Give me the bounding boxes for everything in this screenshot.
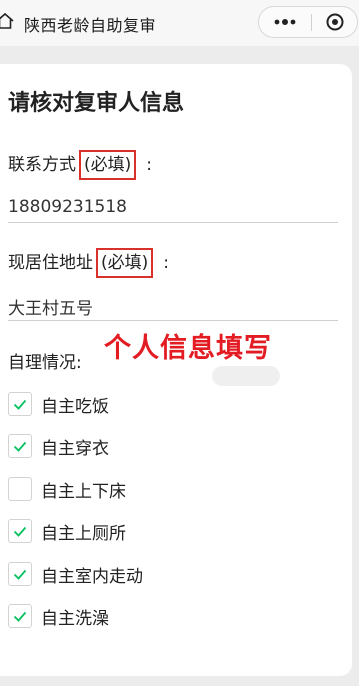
check-icon	[13, 611, 27, 622]
checkbox[interactable]	[8, 519, 32, 543]
contact-label-text: 联系方式	[8, 155, 76, 175]
colon: :	[163, 253, 169, 273]
self-care-option[interactable]: 自主吃饭	[8, 391, 109, 417]
more-dots-icon	[274, 19, 296, 25]
checkbox[interactable]	[8, 477, 32, 501]
checkbox[interactable]	[8, 392, 32, 416]
option-label: 自主洗澡	[41, 608, 109, 629]
address-label-text: 现居住地址	[8, 253, 93, 273]
check-icon	[13, 526, 27, 537]
self-care-option[interactable]: 自主洗澡	[8, 603, 109, 629]
colon: :	[146, 155, 152, 175]
contact-label: 联系方式 (必填):	[8, 150, 152, 180]
address-label: 现居住地址 (必填):	[8, 248, 169, 278]
checkbox[interactable]	[8, 604, 32, 628]
navigation-bar: 陕西老龄自助复审	[0, 0, 359, 46]
address-underline	[8, 320, 338, 321]
target-close-icon	[326, 13, 344, 31]
check-icon	[13, 399, 27, 410]
page-title: 陕西老龄自助复审	[24, 16, 157, 35]
option-label: 自主穿衣	[41, 438, 109, 459]
self-care-option[interactable]: 自主穿衣	[8, 433, 109, 459]
self-care-label: 自理情况:	[8, 353, 82, 373]
mini-program-capsule	[258, 6, 358, 38]
option-label: 自主上下床	[41, 481, 126, 502]
check-icon	[13, 441, 27, 452]
close-button[interactable]	[312, 7, 358, 37]
self-care-option[interactable]: 自主室内走动	[8, 561, 143, 587]
more-button[interactable]	[259, 7, 311, 37]
home-icon[interactable]	[0, 12, 14, 30]
contact-input[interactable]: 18809231518	[8, 197, 127, 217]
blur-smudge	[212, 366, 280, 386]
form-heading: 请核对复审人信息	[8, 91, 185, 116]
checkbox[interactable]	[8, 562, 32, 586]
check-icon	[13, 569, 27, 580]
option-label: 自主上厕所	[41, 523, 126, 544]
contact-underline	[8, 222, 338, 223]
option-label: 自主吃饭	[41, 396, 109, 417]
option-label: 自主室内走动	[41, 566, 143, 587]
self-care-option[interactable]: 自主上下床	[8, 476, 126, 502]
required-badge: (必填)	[96, 248, 154, 278]
self-care-option[interactable]: 自主上厕所	[8, 518, 126, 544]
required-badge: (必填)	[79, 150, 137, 180]
address-input[interactable]: 大王村五号	[8, 294, 93, 319]
red-annotation-text: 个人信息填写	[104, 333, 272, 364]
checkbox[interactable]	[8, 434, 32, 458]
